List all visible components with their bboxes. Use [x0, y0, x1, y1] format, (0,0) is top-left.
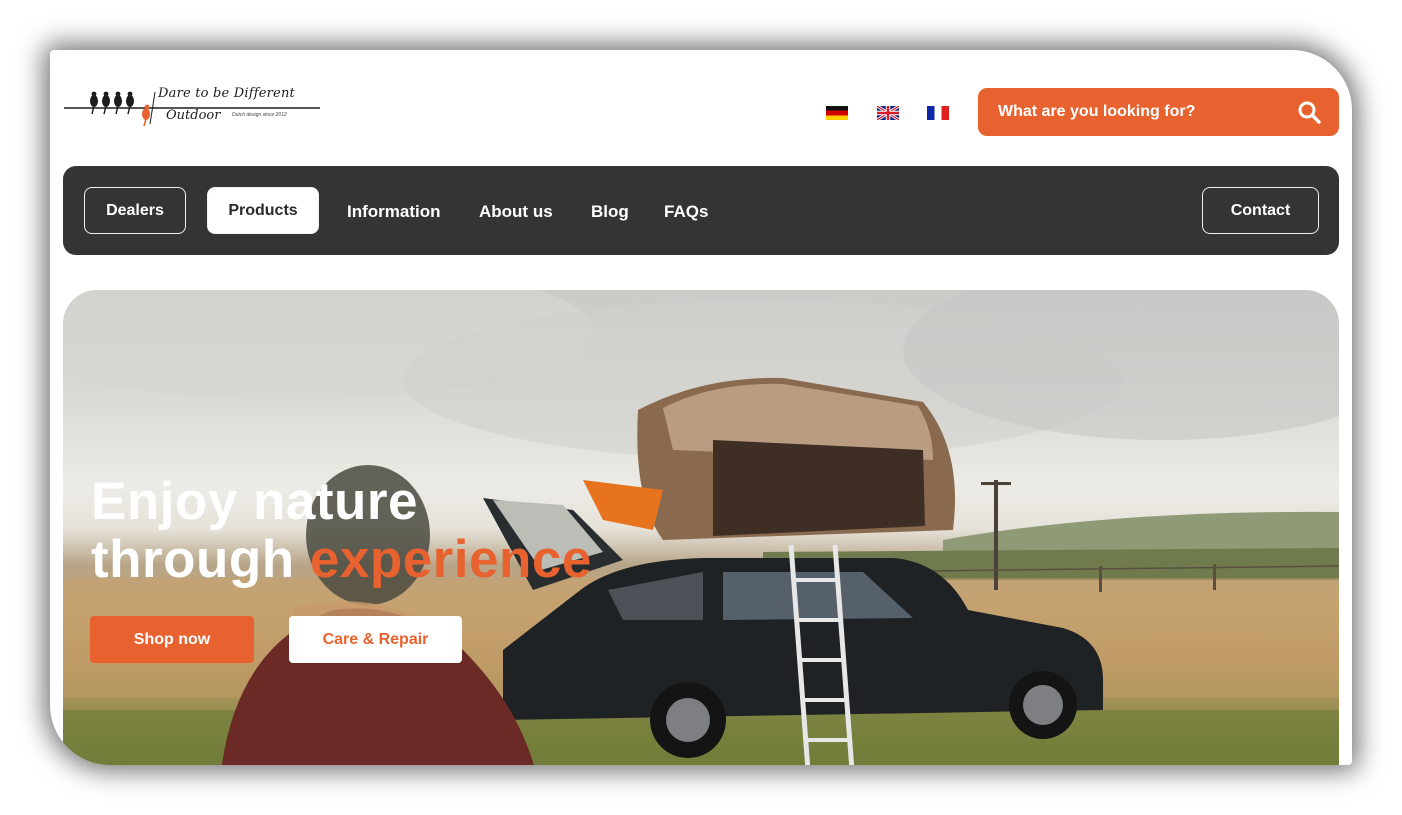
- brand-name: Outdoor: [166, 108, 221, 123]
- german-flag-icon[interactable]: [826, 106, 848, 120]
- nav-contact-button[interactable]: Contact: [1202, 187, 1319, 234]
- brand-subtag: Dutch design since 2012: [232, 112, 287, 118]
- search-bar[interactable]: What are you looking for?: [978, 88, 1339, 136]
- hero-banner: Enjoy nature through experience Shop now…: [63, 290, 1339, 765]
- hero-headline: Enjoy nature through experience: [91, 473, 592, 589]
- browser-frame: Dare to be Different Outdoor Dutch desig…: [50, 50, 1352, 765]
- nav-information-link[interactable]: Information: [347, 202, 441, 222]
- brand-logo[interactable]: Dare to be Different Outdoor Dutch desig…: [62, 84, 322, 134]
- nav-blog-link[interactable]: Blog: [591, 202, 629, 222]
- hero-headline-line1: Enjoy nature: [91, 472, 419, 531]
- nav-about-link[interactable]: About us: [479, 202, 553, 222]
- hero-headline-accent: experience: [309, 530, 592, 589]
- nav-products-button[interactable]: Products: [207, 187, 319, 234]
- hero-headline-line2: through: [91, 530, 310, 589]
- french-flag-icon[interactable]: [927, 106, 949, 120]
- main-navigation: Dealers Products Information About us Bl…: [63, 166, 1339, 255]
- shop-now-button[interactable]: Shop now: [90, 616, 254, 663]
- uk-flag-icon[interactable]: [877, 106, 899, 120]
- search-icon[interactable]: [1297, 100, 1321, 124]
- care-repair-button[interactable]: Care & Repair: [289, 616, 462, 663]
- brand-tagline: Dare to be Different: [158, 86, 295, 101]
- nav-faqs-link[interactable]: FAQs: [664, 202, 708, 222]
- nav-dealers-button[interactable]: Dealers: [84, 187, 186, 234]
- search-input[interactable]: What are you looking for?: [998, 103, 1195, 121]
